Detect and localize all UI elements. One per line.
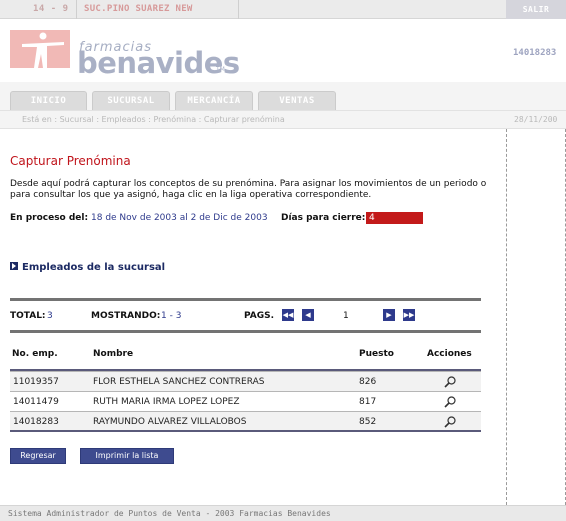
first-page-button[interactable]: ◀◀: [282, 309, 294, 321]
last-page-icon: ▶▶: [403, 311, 415, 319]
process-label: En proceso del:: [10, 213, 89, 223]
branch-name: SUC.PINO SUAREZ NEW: [84, 4, 193, 14]
header: farmacias benavides TM 14018283: [0, 20, 566, 82]
col-header-num: No. emp.: [12, 349, 58, 359]
cell-name: RUTH MARIA IRMA LOPEZ LOPEZ: [93, 397, 240, 407]
magnifier-icon[interactable]: [443, 395, 457, 409]
cell-position: 826: [359, 377, 377, 387]
current-date: 28/11/200: [514, 115, 558, 124]
main-nav: INICIO SUCURSAL MERCANCÍA VENTAS: [0, 82, 566, 110]
page-number: 1: [343, 311, 349, 321]
showing-value: 1 - 3: [161, 311, 182, 321]
next-page-button[interactable]: ▶: [383, 309, 395, 321]
section-title: Empleados de la sucursal: [22, 262, 166, 273]
cell-num: 14011479: [13, 397, 59, 407]
prev-page-button[interactable]: ◀: [302, 309, 314, 321]
employee-id: 14018283: [513, 48, 557, 58]
magnifier-icon[interactable]: [443, 415, 457, 429]
page-description: Desde aquí podrá capturar los conceptos …: [10, 179, 487, 200]
total-label: TOTAL:: [10, 311, 46, 321]
right-sidebar: [506, 129, 566, 505]
col-header-name: Nombre: [93, 349, 134, 359]
logo-trademark: TM: [216, 66, 225, 73]
footer-text: Sistema Administrador de Puntos de Venta…: [8, 509, 331, 518]
top-bar: 14 - 9 SUC.PINO SUAREZ NEW SALIR: [0, 0, 566, 19]
table-row: 11019357 FLOR ESTHELA SANCHEZ CONTRERAS …: [10, 371, 481, 391]
cell-name: RAYMUNDO ALVAREZ VILLALOBOS: [93, 417, 247, 427]
divider: [10, 330, 481, 333]
showing-label: MOSTRANDO:: [91, 311, 161, 321]
breadcrumb-bar: Está en : Sucursal : Empleados : Prenómi…: [0, 110, 566, 129]
print-list-button[interactable]: Imprimir la lista: [80, 448, 174, 464]
last-page-button[interactable]: ▶▶: [403, 309, 415, 321]
tab-mercancia[interactable]: MERCANCÍA: [175, 91, 253, 110]
breadcrumb: Está en : Sucursal : Empleados : Prenómi…: [22, 115, 285, 124]
process-range: 18 de Nov de 2003 al 2 de Dic de 2003: [91, 213, 268, 223]
table-bottom-line: [10, 430, 481, 432]
cell-position: 817: [359, 397, 377, 407]
footer: Sistema Administrador de Puntos de Venta…: [0, 505, 566, 521]
back-button[interactable]: Regresar: [10, 448, 66, 464]
top-bar-divider: [76, 0, 77, 19]
tab-inicio[interactable]: INICIO: [10, 91, 87, 110]
cell-num: 14018283: [13, 417, 59, 427]
col-header-position: Puesto: [359, 349, 394, 359]
pages-label: PAGS.: [244, 311, 275, 321]
page-title: Capturar Prenómina: [10, 154, 131, 168]
prev-page-icon: ◀: [305, 311, 311, 319]
cell-position: 852: [359, 417, 377, 427]
days-to-close-label: Días para cierre:: [281, 213, 366, 223]
tab-sucursal[interactable]: SUCURSAL: [92, 91, 170, 110]
exit-button[interactable]: SALIR: [506, 0, 566, 19]
table-row: 14011479 RUTH MARIA IRMA LOPEZ LOPEZ 817: [10, 391, 481, 411]
total-value: 3: [47, 311, 53, 321]
col-header-actions: Acciones: [427, 349, 472, 359]
days-to-close-value: 4: [366, 212, 423, 224]
tab-ventas[interactable]: VENTAS: [258, 91, 336, 110]
logo-text-benavides: benavides: [77, 46, 240, 80]
logo-figure-icon: [10, 30, 70, 68]
next-page-icon: ▶: [386, 311, 392, 319]
top-bar-divider: [238, 0, 239, 19]
magnifier-icon[interactable]: [443, 375, 457, 389]
branch-code: 14 - 9: [33, 4, 69, 14]
cell-num: 11019357: [13, 377, 59, 387]
cell-name: FLOR ESTHELA SANCHEZ CONTRERAS: [93, 377, 265, 387]
first-page-icon: ◀◀: [282, 311, 294, 319]
divider: [10, 298, 481, 301]
table-row: 14018283 RAYMUNDO ALVAREZ VILLALOBOS 852: [10, 411, 481, 431]
arrow-right-icon: [10, 262, 18, 270]
section-employees[interactable]: Empleados de la sucursal: [10, 262, 165, 273]
